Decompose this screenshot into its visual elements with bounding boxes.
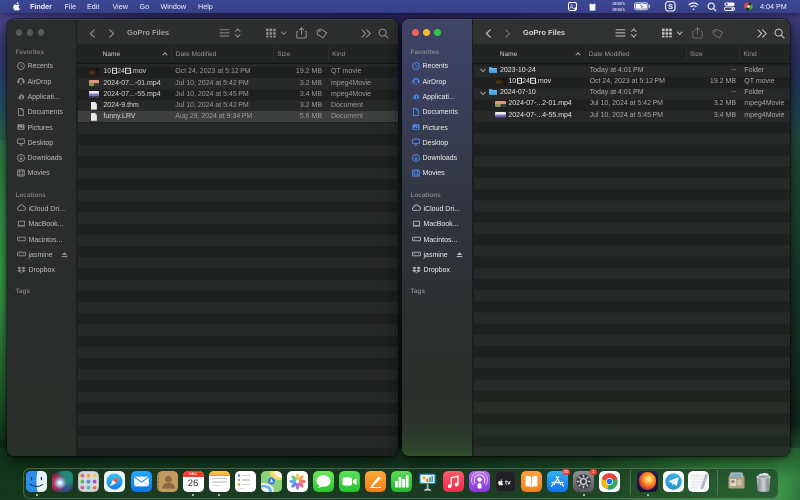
svg-text:S: S [668, 2, 673, 11]
svg-text:tv: tv [505, 479, 511, 486]
svg-text:A: A [570, 4, 574, 10]
